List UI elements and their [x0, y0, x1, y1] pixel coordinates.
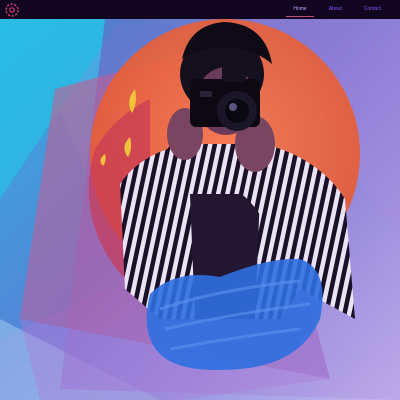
flower-logo-icon[interactable] — [5, 3, 19, 17]
hero-artwork — [0, 19, 400, 400]
nav-menu: Home About Contact — [282, 0, 392, 19]
page: Home About Contact — [0, 0, 400, 400]
nav-link-about[interactable]: About — [318, 0, 353, 19]
nav-link-contact[interactable]: Contact — [353, 0, 392, 19]
navbar: Home About Contact — [0, 0, 400, 19]
hero-illustration — [0, 19, 400, 400]
nav-link-home[interactable]: Home — [282, 0, 317, 19]
